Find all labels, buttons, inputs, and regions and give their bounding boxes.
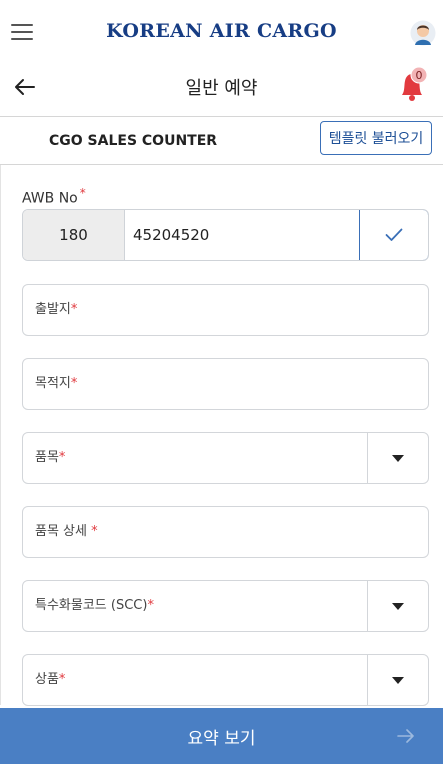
commodity-detail-label: 품목 상세 * [35,524,98,539]
scc-label: 특수화물코드 (SCC)* [35,598,154,613]
bell-icon: 0 [402,66,428,101]
chevron-down-icon [392,676,404,684]
awb-label: AWB No * [22,186,86,207]
awb-number-field[interactable]: 45204520 [133,210,209,260]
destination-label: 목적지* [35,376,78,391]
summary-button[interactable]: 요약 보기 [0,708,443,764]
page-title: 일반 예약 [185,78,258,99]
origin-label: 출발지* [35,302,78,317]
awb-input-group: 180 45204520 [22,209,429,261]
product-label: 상품* [35,672,66,687]
destination-field[interactable]: 목적지* [22,358,429,410]
commodity-select[interactable]: 품목* [22,432,429,484]
required-mark: * [79,186,86,200]
awb-prefix-field[interactable]: 180 [23,210,125,260]
check-icon [385,228,403,241]
chevron-down-icon [392,454,404,462]
product-select[interactable]: 상품* [22,654,429,706]
brand-logo: KOREAN AIR CARGO [106,20,337,42]
commodity-dropdown-button[interactable] [367,433,428,483]
notification-count: 0 [416,69,423,82]
chevron-down-icon [392,602,404,610]
origin-field[interactable]: 출발지* [22,284,429,336]
avatar-icon[interactable] [410,20,436,46]
top-bar: KOREAN AIR CARGO [0,0,443,70]
scc-select[interactable]: 특수화물코드 (SCC)* [22,580,429,632]
sales-counter-title: CGO SALES COUNTER [49,133,218,149]
load-template-button[interactable]: 템플릿 불러오기 [320,121,432,155]
notification-button[interactable]: 0 [395,66,431,104]
commodity-detail-field[interactable]: 품목 상세 * [22,506,429,558]
left-border [0,165,1,705]
awb-verify-button[interactable] [359,210,428,260]
summary-button-label: 요약 보기 [187,728,256,749]
arrow-right-icon [397,729,414,743]
product-dropdown-button[interactable] [367,655,428,705]
commodity-label: 품목* [35,450,66,465]
scc-dropdown-button[interactable] [367,581,428,631]
divider [0,164,443,165]
